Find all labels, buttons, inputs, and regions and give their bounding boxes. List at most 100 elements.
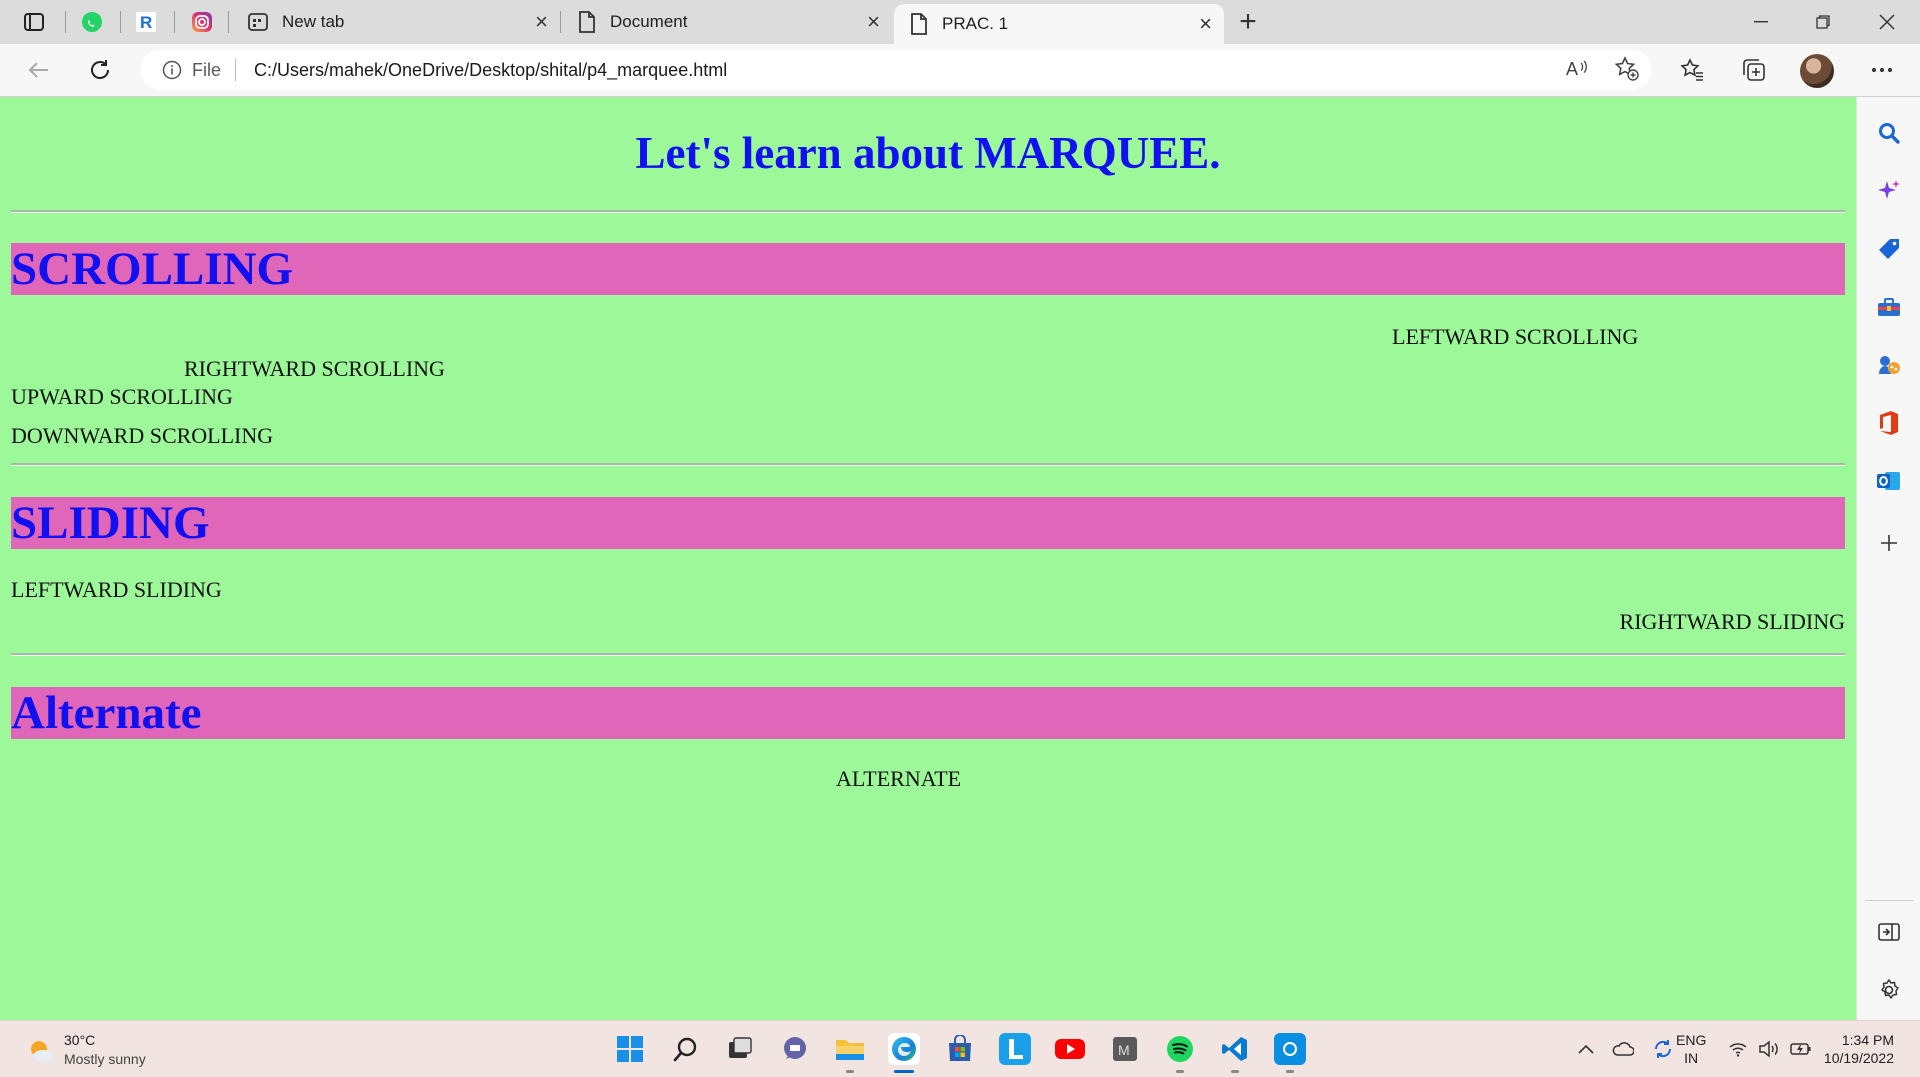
close-window-button[interactable] xyxy=(1856,0,1918,44)
edge-sidebar xyxy=(1856,97,1920,1020)
games-icon[interactable] xyxy=(1871,347,1907,383)
sync-icon[interactable] xyxy=(1652,1038,1674,1060)
youtube-icon[interactable] xyxy=(1054,1033,1086,1065)
svg-text:R: R xyxy=(140,13,152,32)
scheme-label: File xyxy=(192,59,222,80)
svg-text:M: M xyxy=(1118,1042,1130,1058)
language-code: ENG xyxy=(1676,1032,1707,1048)
onedrive-cloud-icon[interactable] xyxy=(1612,1042,1634,1056)
scrolling-heading: SCROLLING xyxy=(11,243,1845,295)
clock-time: 1:34 PM xyxy=(1841,1032,1894,1048)
url-text[interactable]: C:/Users/mahek/OneDrive/Desktop/shital/p… xyxy=(254,60,727,81)
omnibox-actions: A xyxy=(1562,54,1642,84)
rightward-sliding-marquee: RIGHTWARD SLIDING xyxy=(1619,609,1845,634)
running-indicator xyxy=(1286,1070,1294,1073)
sparkle-icon[interactable] xyxy=(1871,173,1907,209)
partly-sunny-icon xyxy=(31,1041,53,1062)
weather-widget[interactable]: 30°C Mostly sunny xyxy=(26,1031,146,1069)
tab-actions-icon[interactable] xyxy=(16,6,52,38)
tab-label: New tab xyxy=(282,12,345,31)
back-button[interactable] xyxy=(18,52,58,88)
running-indicator xyxy=(1176,1070,1184,1073)
horizontal-rule xyxy=(11,463,1845,466)
tab-document[interactable]: Document × xyxy=(562,0,892,44)
alternate-heading-text: Alternate xyxy=(11,687,202,739)
omnibox-divider xyxy=(235,59,237,81)
tab-separator xyxy=(65,11,66,33)
clock-date: 10/19/2022 xyxy=(1823,1050,1894,1066)
alternate-heading: Alternate xyxy=(11,687,1845,739)
page-title: Let's learn about MARQUEE. xyxy=(635,128,1221,178)
tab-prac-1[interactable]: PRAC. 1 × xyxy=(894,4,1224,44)
tools-icon[interactable] xyxy=(1871,289,1907,325)
language-indicator[interactable]: ENG IN xyxy=(1676,1021,1706,1077)
l-app-icon[interactable] xyxy=(999,1033,1031,1065)
running-indicator xyxy=(1231,1070,1239,1073)
spotify-icon[interactable] xyxy=(1164,1033,1196,1073)
sliding-heading-text: SLIDING xyxy=(11,497,210,549)
minimize-button[interactable] xyxy=(1730,0,1792,44)
tab-separator xyxy=(120,11,121,33)
settings-more-button[interactable] xyxy=(1862,52,1902,88)
tab-new-tab[interactable]: New tab × xyxy=(232,0,560,44)
taskbar-search-icon[interactable] xyxy=(670,1033,702,1065)
sidebar-settings-icon[interactable] xyxy=(1871,972,1907,1008)
tab-separator xyxy=(228,11,229,33)
horizontal-rule xyxy=(11,653,1845,656)
task-view-icon[interactable] xyxy=(724,1033,756,1065)
m-app-icon[interactable]: M xyxy=(1109,1033,1141,1065)
close-tab-icon[interactable]: × xyxy=(535,11,548,33)
leftward-scrolling-marquee: LEFTWARD SCROLLING xyxy=(1392,324,1639,349)
upward-scrolling-marquee: UPWARD SCROLLING xyxy=(11,384,233,409)
chevron-up-icon[interactable] xyxy=(1578,1044,1594,1054)
system-tray xyxy=(1578,1021,1674,1077)
file-explorer-icon[interactable] xyxy=(834,1033,866,1073)
profile-avatar[interactable] xyxy=(1800,54,1834,88)
restore-button[interactable] xyxy=(1792,0,1854,44)
collections-button[interactable] xyxy=(1734,52,1774,88)
svg-text:A: A xyxy=(1566,59,1578,79)
sliding-heading: SLIDING xyxy=(11,497,1845,549)
quick-settings[interactable] xyxy=(1728,1021,1812,1077)
weather-condition: Mostly sunny xyxy=(64,1051,146,1067)
blue-app-icon[interactable] xyxy=(1274,1033,1306,1073)
address-bar[interactable]: File C:/Users/mahek/OneDrive/Desktop/shi… xyxy=(140,50,1652,90)
shopping-tag-icon[interactable] xyxy=(1871,231,1907,267)
alternate-marquee: ALTERNATE xyxy=(836,766,962,791)
leftward-sliding-marquee: LEFTWARD SLIDING xyxy=(11,577,222,602)
favorites-button[interactable] xyxy=(1672,52,1712,88)
downward-scrolling-marquee: DOWNWARD SCROLLING xyxy=(11,423,274,448)
close-tab-icon[interactable]: × xyxy=(867,11,880,33)
browser-toolbar: File C:/Users/mahek/OneDrive/Desktop/shi… xyxy=(0,44,1920,97)
windows-start-icon[interactable] xyxy=(614,1033,646,1065)
teams-chat-icon[interactable] xyxy=(779,1033,811,1065)
tab-separator xyxy=(560,11,561,33)
close-tab-icon[interactable]: × xyxy=(1199,13,1212,35)
tab-strip: R New tab × Document × PRAC. 1 × + xyxy=(0,0,1920,44)
vscode-icon[interactable] xyxy=(1219,1033,1251,1073)
page-icon xyxy=(911,13,927,35)
search-icon[interactable] xyxy=(1871,115,1907,151)
page-viewport: Let's learn about MARQUEE. SCROLLING LEF… xyxy=(0,97,1856,1020)
new-tab-page-icon xyxy=(248,13,268,31)
scrolling-heading-text: SCROLLING xyxy=(11,243,294,295)
refresh-button[interactable] xyxy=(80,52,120,88)
whatsapp-pinned-tab-icon[interactable] xyxy=(74,6,110,38)
system-clock[interactable]: 1:34 PM 10/19/2022 xyxy=(1824,1031,1894,1067)
hide-sidebar-icon[interactable] xyxy=(1871,914,1907,950)
edge-browser-icon[interactable] xyxy=(888,1033,920,1073)
instagram-pinned-tab-icon[interactable] xyxy=(184,6,220,38)
new-tab-button[interactable]: + xyxy=(1230,5,1266,38)
microsoft-store-icon[interactable] xyxy=(944,1033,976,1065)
r-app-pinned-tab-icon[interactable]: R xyxy=(128,6,164,38)
outlook-icon[interactable] xyxy=(1871,463,1907,499)
info-icon[interactable] xyxy=(162,60,182,80)
horizontal-rule xyxy=(11,210,1845,213)
read-aloud-icon[interactable]: A xyxy=(1562,54,1592,84)
add-sidebar-app-icon[interactable] xyxy=(1871,525,1907,561)
page-icon xyxy=(579,11,595,33)
weather-temp: 30°C xyxy=(64,1032,96,1048)
add-favorite-icon[interactable] xyxy=(1612,54,1642,84)
wifi-icon xyxy=(1729,1043,1747,1057)
office-icon[interactable] xyxy=(1871,405,1907,441)
